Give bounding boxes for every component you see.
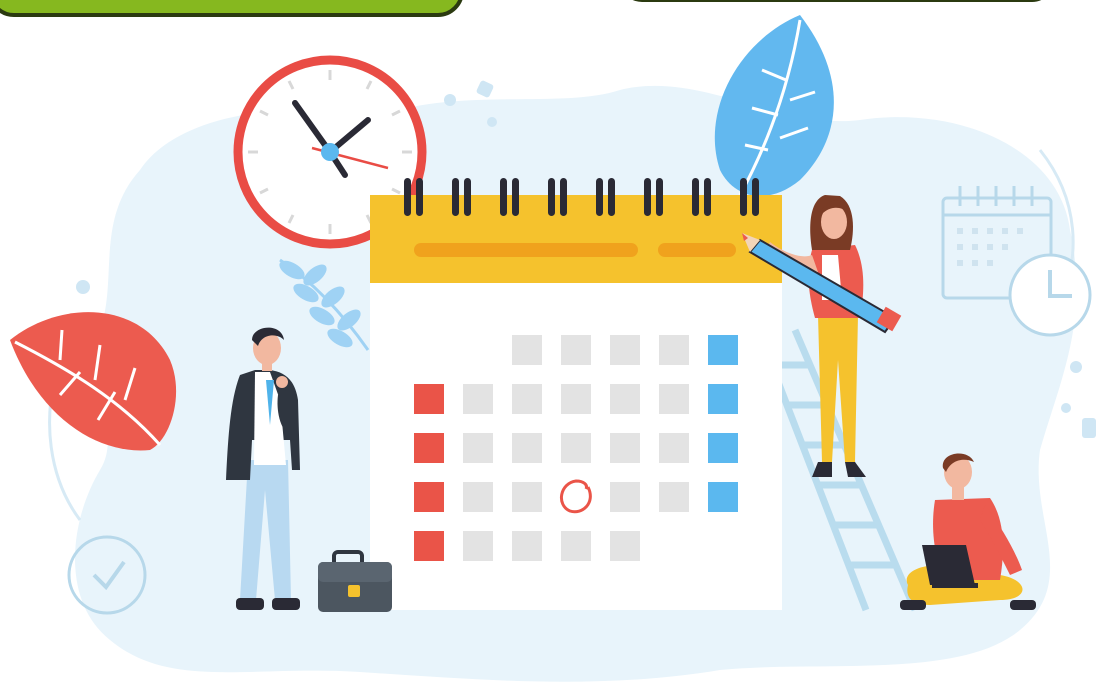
calendar-ring (656, 178, 663, 216)
calendar-day-gray (610, 531, 640, 561)
calendar-header-bar (414, 243, 638, 257)
calendar-ring (740, 178, 747, 216)
calendar-day-gray (512, 433, 542, 463)
calendar-day-gray (610, 433, 640, 463)
calendar-day-red (414, 384, 444, 414)
calendar (370, 178, 782, 610)
calendar-ring (416, 178, 423, 216)
top-left-banner (0, 0, 463, 17)
calendar-day-gray (659, 482, 689, 512)
calendar-ring (548, 178, 555, 216)
calendar-ring (644, 178, 651, 216)
calendar-day-gray (659, 335, 689, 365)
calendar-day-gray (463, 531, 493, 561)
calendar-header (370, 195, 782, 283)
calendar-day-gray (561, 433, 591, 463)
calendar-ring (464, 178, 471, 216)
calendar-ring (512, 178, 519, 216)
calendar-ring (452, 178, 459, 216)
calendar-ring (704, 178, 711, 216)
calendar-day-gray (512, 335, 542, 365)
calendar-day-gray (610, 384, 640, 414)
calendar-day-gray (561, 531, 591, 561)
calendar-ring (404, 178, 411, 216)
calendar-day-blue (708, 335, 738, 365)
calendar-day-gray (659, 433, 689, 463)
calendar-day-gray (610, 482, 640, 512)
calendar-day-gray (512, 384, 542, 414)
calendar-day-gray (512, 482, 542, 512)
calendar-ring (608, 178, 615, 216)
calendar-day-red (414, 433, 444, 463)
calendar-day-gray (659, 384, 689, 414)
calendar-ring (500, 178, 507, 216)
calendar-day-blue (708, 433, 738, 463)
calendar-day-gray (463, 482, 493, 512)
calendar-day-gray (463, 433, 493, 463)
calendar-ring (596, 178, 603, 216)
calendar-ring (692, 178, 699, 216)
calendar-day-gray (463, 384, 493, 414)
scheduling-illustration (0, 0, 1096, 682)
calendar-day-gray (512, 531, 542, 561)
calendar-day-gray (561, 384, 591, 414)
calendar-day-red (414, 482, 444, 512)
calendar-day-red (414, 531, 444, 561)
calendar-day-blue (708, 384, 738, 414)
calendar-day-blue (708, 482, 738, 512)
clock-outline-icon (1008, 253, 1092, 337)
calendar-day-gray (561, 335, 591, 365)
calendar-header-bar-short (658, 243, 736, 257)
calendar-ring (752, 178, 759, 216)
calendar-ring (560, 178, 567, 216)
calendar-day-gray (610, 335, 640, 365)
